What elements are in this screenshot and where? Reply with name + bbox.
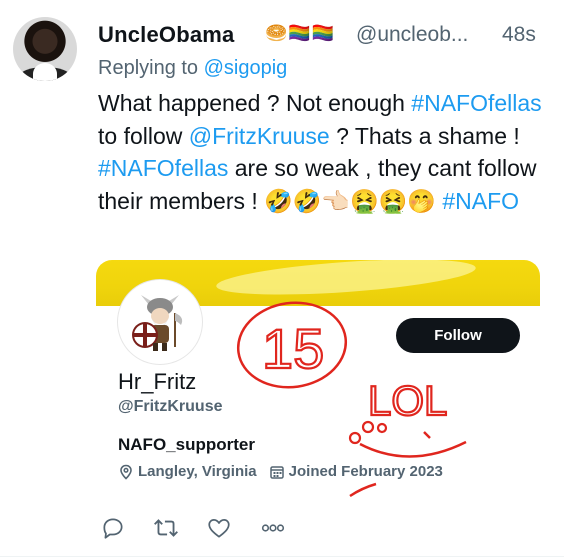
profile-meta: Langley, Virginia Joined February 2023	[118, 463, 455, 480]
replying-to: Replying to @sigopig	[98, 57, 287, 80]
tweet-actions	[100, 515, 314, 541]
profile-bio: NAFO_supporter	[118, 435, 255, 454]
author-emojis: 🥯🏳️‍🌈🏳️‍🌈	[265, 23, 336, 43]
reply-button[interactable]	[100, 515, 126, 541]
tweet-timestamp[interactable]: 48s	[502, 23, 536, 47]
tweet-text-segment: ? Thats a shame !	[329, 122, 520, 149]
banner-sheen	[215, 260, 477, 302]
tweet-link[interactable]: @FritzKruuse	[189, 123, 330, 149]
location-text: Langley, Virginia	[138, 463, 257, 480]
profile-handle[interactable]: @FritzKruuse	[118, 398, 223, 416]
like-button[interactable]	[206, 515, 232, 541]
calendar-icon	[269, 465, 284, 479]
more-button[interactable]	[258, 515, 288, 541]
tweet-text: What happened ? Not enough #NAFOfellas t…	[98, 87, 553, 217]
tweet-text-segment: What happened ? Not enough	[98, 90, 412, 116]
retweet-icon	[154, 519, 178, 537]
joined-text: Joined February 2023	[288, 463, 443, 480]
author-avatar[interactable]	[13, 17, 77, 81]
profile-location: Langley, Virginia	[118, 463, 257, 480]
tweet-link[interactable]: #NAFO	[442, 188, 519, 214]
tweet-text-segment: to follow	[98, 122, 189, 149]
replying-handle-link[interactable]: @sigopig	[204, 57, 288, 79]
retweet-button[interactable]	[152, 515, 180, 541]
bottom-divider	[0, 556, 564, 557]
tweet-link[interactable]: #NAFOfellas	[98, 155, 228, 181]
profile-avatar[interactable]	[118, 280, 202, 364]
reply-icon	[103, 518, 123, 539]
tweet-link[interactable]: #NAFOfellas	[411, 90, 541, 116]
follow-button[interactable]: Follow	[396, 318, 520, 353]
profile-display-name[interactable]: Hr_Fritz	[118, 369, 196, 395]
author-handle[interactable]: @uncleob...	[356, 23, 468, 47]
more-icon	[261, 524, 285, 532]
heart-icon	[208, 519, 230, 538]
location-pin-icon	[120, 464, 132, 480]
author-name[interactable]: UncleObama	[98, 22, 235, 48]
tweet-text-segment: 🤣🤣👈🏻🤮🤮🤭	[264, 187, 443, 214]
replying-label: Replying to	[98, 57, 199, 79]
viking-avatar-icon	[132, 295, 183, 351]
profile-joined: Joined February 2023	[269, 463, 443, 480]
